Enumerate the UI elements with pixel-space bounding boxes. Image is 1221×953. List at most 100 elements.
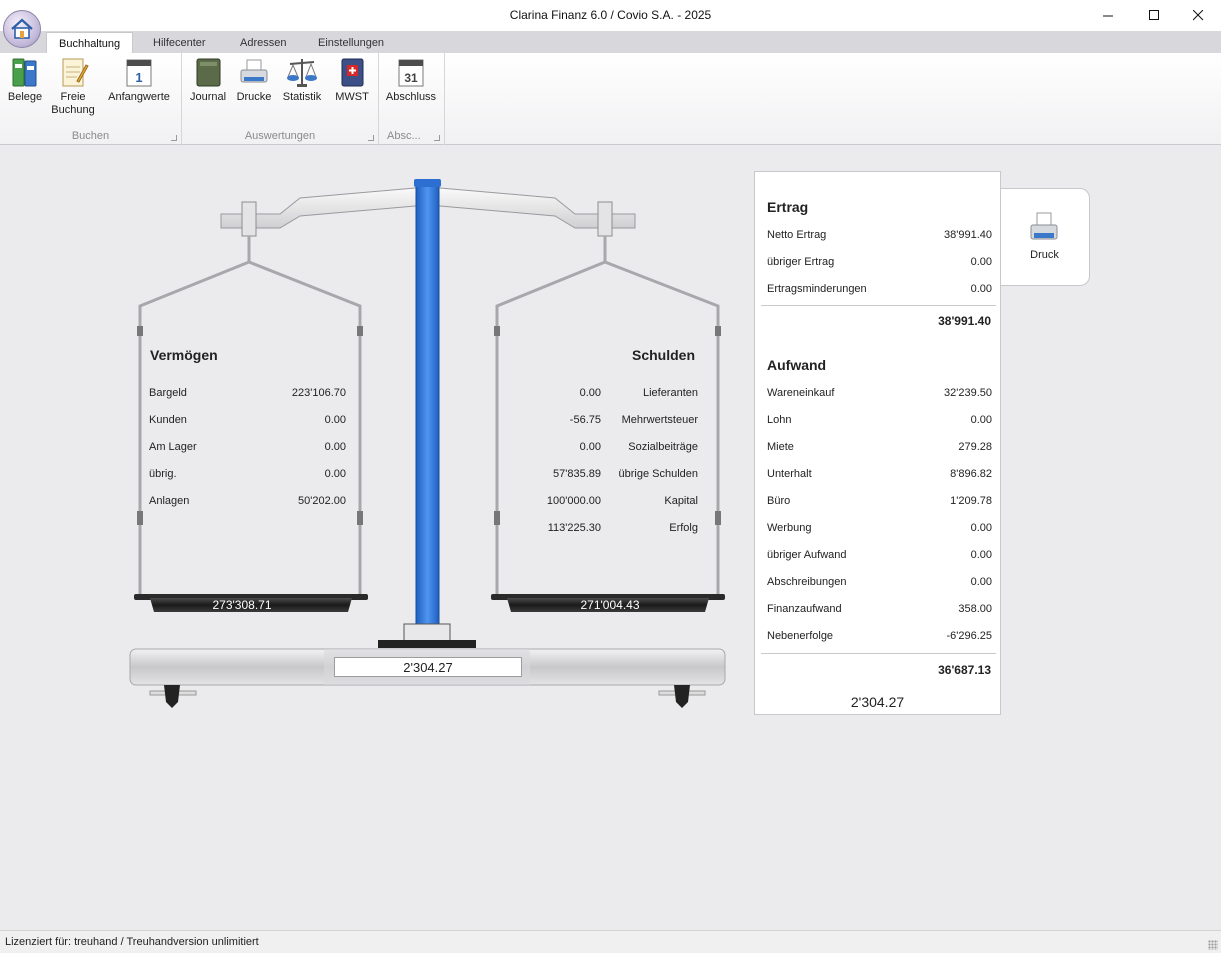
close-icon [1192, 10, 1203, 21]
list-item[interactable]: 0.00 Sozialbeiträge [520, 441, 698, 468]
freie-label-line2: Buchung [51, 104, 95, 116]
ribbon-group-auswertungen: Journal Drucke Statistik MWST Auswertung… [182, 53, 379, 145]
status-bar: Lizenziert für: treuhand / Treuhandversi… [0, 930, 1221, 953]
swiss-book-icon [341, 58, 364, 87]
vermoegen-total: 273'308.71 [212, 598, 272, 612]
list-item[interactable]: Unterhalt 8'896.82 [767, 468, 992, 484]
list-item[interactable]: 100'000.00 Kapital [520, 495, 698, 522]
list-item[interactable]: Büro 1'209.78 [767, 495, 992, 511]
erfolg-result: 2'304.27 [850, 694, 905, 710]
schulden-total: 271'004.43 [580, 598, 640, 612]
home-icon [11, 18, 33, 39]
calendar-day: 1 [135, 70, 142, 85]
right-foot [674, 685, 690, 708]
aufwand-total: 36'687.13 [938, 663, 991, 677]
freie-buchung-button[interactable]: Freie Buchung [50, 55, 96, 117]
list-item[interactable]: Wareneinkauf 32'239.50 [767, 387, 992, 403]
ertrag-title: Ertrag [767, 199, 809, 215]
mwst-button[interactable]: MWST [332, 55, 372, 104]
statistik-button[interactable]: Statistik [280, 55, 324, 104]
list-item[interactable]: 0.00 Lieferanten [520, 387, 698, 414]
maximize-icon [1148, 10, 1159, 20]
belege-button[interactable]: Belege [4, 55, 46, 104]
erfolgsrechnung-panel: Ertrag Netto Ertrag 38'991.40 übriger Ert… [754, 171, 1001, 715]
journal-book-icon [196, 58, 221, 87]
minimize-icon [1102, 15, 1113, 17]
schulden-list: 0.00 Lieferanten -56.75 Mehrwertsteuer 0.0… [520, 387, 698, 549]
dialog-launcher-icon[interactable] [368, 135, 374, 141]
dialog-launcher-icon[interactable] [434, 135, 440, 141]
dialog-launcher-icon[interactable] [171, 135, 177, 141]
tab-buchhaltung[interactable]: Buchhaltung [46, 32, 134, 53]
list-item[interactable]: 57'835.89 übrige Schulden [520, 468, 698, 495]
license-status: Lizenziert für: treuhand / Treuhandversi… [5, 936, 259, 948]
workspace: Vermögen Bargeld 223'106.70 Kunden 0.00 Am… [0, 146, 1221, 930]
printer-icon [240, 59, 268, 83]
anfangwerte-label: Anfangwerte [108, 91, 170, 103]
list-item[interactable]: Kunden 0.00 [149, 414, 346, 441]
druck-label: Druck [1030, 249, 1059, 261]
ribbon: Belege Freie Buchung 1 Anfangwerte Buche… [0, 53, 1221, 145]
maximize-button[interactable] [1131, 0, 1177, 31]
ertrag-total: 38'991.40 [938, 314, 991, 328]
freie-label-line1: Freie [60, 91, 86, 103]
list-item[interactable]: Netto Ertrag 38'991.40 [767, 229, 992, 245]
drucke-label: Drucke [236, 91, 272, 103]
list-item[interactable]: übriger Ertrag 0.00 [767, 256, 992, 272]
close-button[interactable] [1175, 0, 1221, 31]
journal-label: Journal [189, 91, 227, 103]
drucke-button[interactable]: Drucke [234, 55, 274, 104]
abschluss-day: 31 [404, 71, 418, 85]
list-item[interactable]: Werbung 0.00 [767, 522, 992, 538]
vermoegen-title: Vermögen [150, 347, 218, 363]
notepad-pencil-icon [62, 58, 89, 87]
ribbon-group-buchen: Belege Freie Buchung 1 Anfangwerte Buche… [0, 53, 182, 145]
belege-label: Belege [7, 91, 43, 103]
group-label-auswertungen: Auswertungen [244, 130, 316, 142]
divider [761, 653, 996, 654]
app-menu-button[interactable] [3, 10, 41, 48]
minimize-button[interactable] [1085, 0, 1131, 31]
resize-grip-icon[interactable] [1208, 940, 1218, 950]
title-bar: Clarina Finanz 6.0 / Covio S.A. - 2025 [0, 0, 1221, 31]
list-item[interactable]: Ertragsminderungen 0.00 [767, 283, 992, 299]
calendar-icon: 1 [126, 59, 152, 87]
list-item[interactable]: Miete 279.28 [767, 441, 992, 457]
tab-adressen[interactable]: Adressen [228, 32, 298, 53]
list-item[interactable]: Nebenerfolge -6'296.25 [767, 630, 992, 646]
balance-difference: 2'304.27 [334, 657, 522, 677]
abschluss-button[interactable]: 31 Abschluss [385, 55, 437, 104]
aufwand-title: Aufwand [767, 357, 827, 373]
printer-icon [1030, 212, 1058, 240]
schulden-title: Schulden [632, 347, 696, 363]
binders-icon [12, 58, 37, 87]
left-foot [164, 685, 180, 708]
druck-button[interactable]: Druck [1000, 188, 1090, 286]
divider [761, 305, 996, 306]
list-item[interactable]: 113'225.30 Erfolg [520, 522, 698, 549]
list-item[interactable]: -56.75 Mehrwertsteuer [520, 414, 698, 441]
anfangwerte-button[interactable]: 1 Anfangwerte [104, 55, 174, 104]
list-item[interactable]: Anlagen 50'202.00 [149, 495, 346, 522]
calendar-31-icon: 31 [398, 59, 424, 87]
window-title: Clarina Finanz 6.0 / Covio S.A. - 2025 [509, 8, 712, 22]
ribbon-group-abschluss: 31 Abschluss Absc... [379, 53, 445, 145]
abschluss-label: Abschluss [385, 91, 437, 103]
list-item[interactable]: übriger Aufwand 0.00 [767, 549, 992, 565]
list-item[interactable]: Abschreibungen 0.00 [767, 576, 992, 592]
tab-einstellungen[interactable]: Einstellungen [306, 32, 396, 53]
scale-pole [415, 181, 440, 627]
balance-scale-icon [287, 59, 317, 87]
list-item[interactable]: Finanzaufwand 358.00 [767, 603, 992, 619]
group-label-buchen: Buchen [71, 130, 110, 142]
tab-hilfecenter[interactable]: Hilfecenter [141, 32, 218, 53]
vermoegen-list: Bargeld 223'106.70 Kunden 0.00 Am Lager 0.0… [149, 387, 346, 522]
ribbon-tabs: Buchhaltung Hilfecenter Adressen Einstel… [0, 31, 1221, 53]
list-item[interactable]: Am Lager 0.00 [149, 441, 346, 468]
statistik-label: Statistik [282, 91, 322, 103]
journal-button[interactable]: Journal [188, 55, 228, 104]
list-item[interactable]: Bargeld 223'106.70 [149, 387, 346, 414]
left-hook [241, 201, 257, 237]
list-item[interactable]: übrig. 0.00 [149, 468, 346, 495]
list-item[interactable]: Lohn 0.00 [767, 414, 992, 430]
